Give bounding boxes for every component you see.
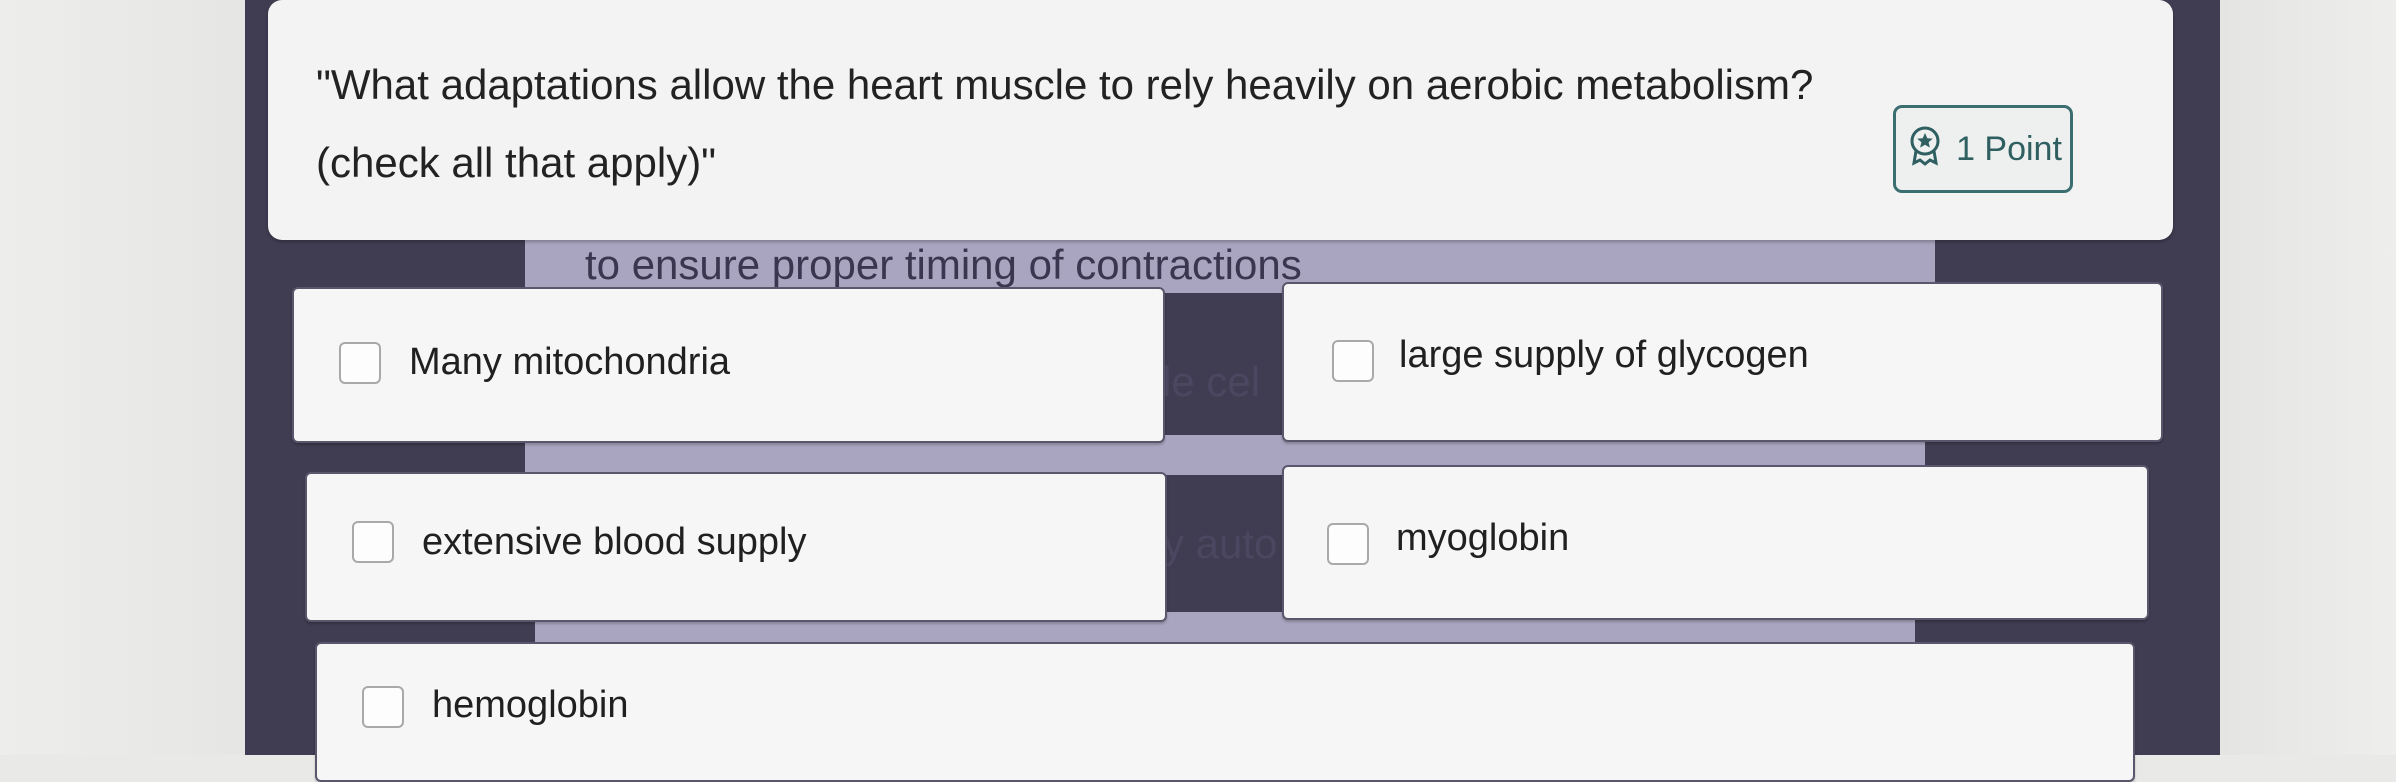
answer-option-hemoglobin[interactable]: hemoglobin	[315, 642, 2135, 782]
answer-checkbox[interactable]	[1332, 340, 1374, 382]
background-caption-text: to ensure proper timing of contractions	[585, 241, 1302, 288]
answer-option-myoglobin[interactable]: myoglobin	[1282, 465, 2149, 620]
points-label: 1 Point	[1956, 129, 2062, 168]
question-line-1: "What adaptations allow the heart muscle…	[316, 61, 1814, 108]
answer-checkbox[interactable]	[339, 342, 381, 384]
answer-label: myoglobin	[1396, 517, 1570, 559]
question-line-2: (check all that apply)"	[316, 139, 717, 186]
answer-checkbox[interactable]	[362, 686, 404, 728]
question-card: "What adaptations allow the heart muscle…	[268, 0, 2173, 240]
answer-checkbox[interactable]	[352, 521, 394, 563]
points-badge: 1 Point	[1893, 105, 2073, 193]
answer-label: extensive blood supply	[422, 521, 807, 563]
answer-label: hemoglobin	[432, 684, 629, 726]
award-ribbon-icon	[1904, 124, 1946, 175]
answer-option-many-mitochondria[interactable]: Many mitochondria	[292, 287, 1165, 443]
answer-checkbox[interactable]	[1327, 523, 1369, 565]
right-bezel	[2216, 0, 2396, 755]
answer-option-large-supply-of-glycogen[interactable]: large supply of glycogen	[1282, 282, 2163, 442]
answer-option-extensive-blood-supply[interactable]: extensive blood supply	[305, 472, 1167, 622]
background-peek-text-2: y auto	[1163, 520, 1278, 567]
answer-label: large supply of glycogen	[1399, 334, 1809, 376]
question-text: "What adaptations allow the heart muscle…	[316, 46, 1896, 202]
left-bezel	[0, 0, 245, 755]
background-peek-text-1: le cel	[1162, 358, 1261, 405]
answer-label: Many mitochondria	[409, 341, 731, 383]
